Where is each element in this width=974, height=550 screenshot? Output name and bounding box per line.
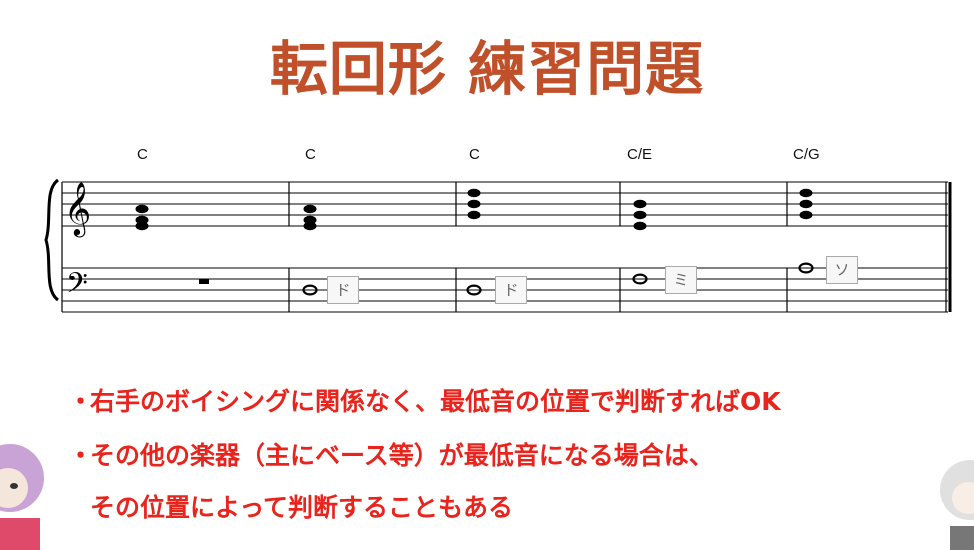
character-illustration-left bbox=[0, 444, 44, 550]
chord-notes bbox=[799, 188, 813, 220]
chord-notes bbox=[303, 204, 317, 231]
bass-note-label: ド bbox=[495, 276, 527, 304]
bass-note-label: ソ bbox=[826, 256, 858, 284]
character-illustration-right bbox=[940, 460, 974, 550]
treble-staff bbox=[62, 181, 948, 227]
chord-notes bbox=[133, 204, 151, 231]
bullet-continuation: その位置によって判断することもある bbox=[90, 493, 514, 522]
bullet-dot-icon: ・ bbox=[68, 387, 94, 416]
brace-icon bbox=[44, 178, 60, 302]
bass-note-label: ミ bbox=[665, 266, 697, 294]
bass-note-label: ド bbox=[327, 276, 359, 304]
treble-clef-icon: 𝄞 bbox=[64, 181, 91, 237]
chord-notes bbox=[467, 188, 481, 220]
bullet-item: ・その他の楽器（主にベース等）が最低音になる場合は、 bbox=[68, 436, 714, 472]
bullet-text: その他の楽器（主にベース等）が最低音になる場合は、 bbox=[90, 441, 714, 470]
bullet-item: ・右手のボイシングに関係なく、最低音の位置で判断すればOK bbox=[68, 382, 781, 418]
bullet-dot-icon: ・ bbox=[68, 441, 94, 470]
whole-rest-icon bbox=[199, 279, 209, 284]
chord-notes bbox=[633, 199, 647, 231]
bass-clef-icon: 𝄢 bbox=[66, 267, 88, 307]
bullet-text: 右手のボイシングに関係なく、最低音の位置で判断すればOK bbox=[90, 387, 781, 416]
